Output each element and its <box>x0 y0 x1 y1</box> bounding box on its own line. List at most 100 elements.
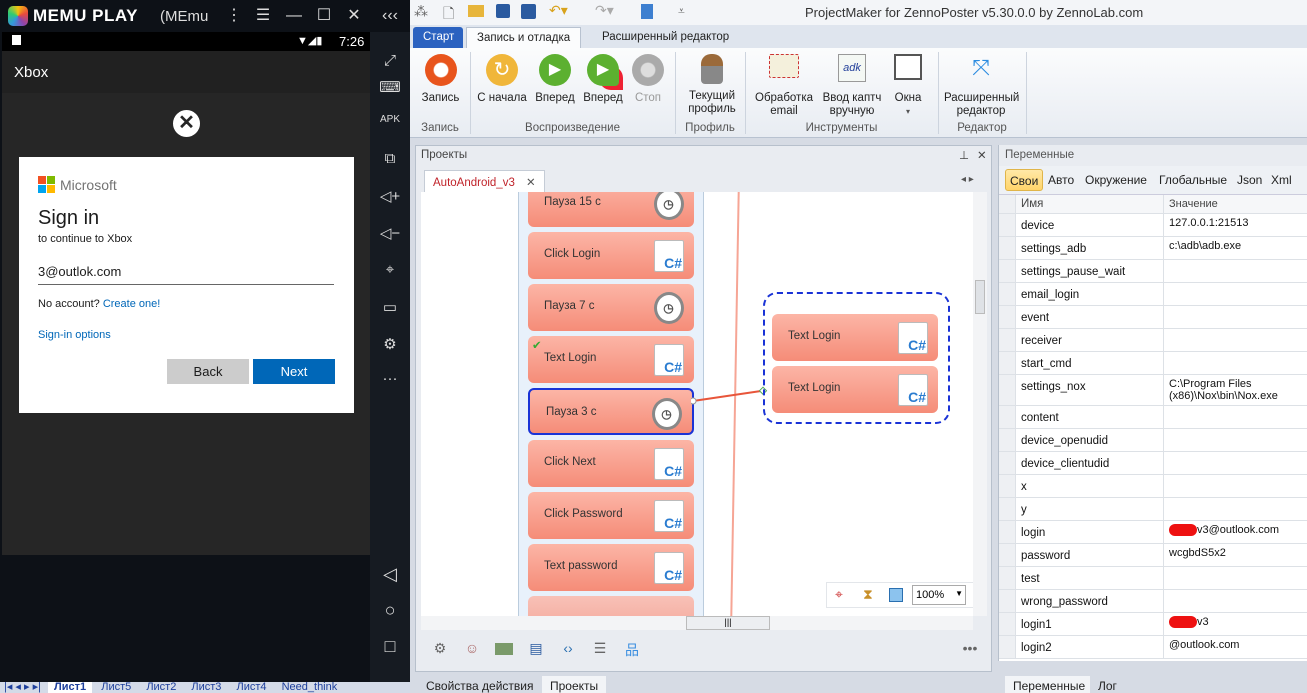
email-field[interactable]: 3@outlok.com <box>38 261 334 285</box>
variable-value[interactable] <box>1164 590 1307 612</box>
tab-xml[interactable]: Xml <box>1267 169 1296 191</box>
more-icon[interactable]: ··· <box>370 370 410 387</box>
settings-icon[interactable]: ⚙ <box>431 640 449 658</box>
variable-value[interactable] <box>1164 406 1307 428</box>
variable-value[interactable] <box>1164 498 1307 520</box>
variable-value[interactable] <box>1164 306 1307 328</box>
maximize-icon[interactable]: ☐ <box>309 4 339 28</box>
tab-record-debug[interactable]: Запись и отладка <box>466 27 582 48</box>
board-icon[interactable] <box>495 643 513 655</box>
variable-value[interactable]: v3 <box>1164 613 1307 635</box>
keyboard-icon[interactable]: ⌨ <box>370 78 410 96</box>
tab-environment[interactable]: Окружение <box>1081 169 1151 191</box>
table-row[interactable]: settings_pause_wait <box>999 260 1307 283</box>
tab-projects[interactable]: Проекты <box>542 676 607 693</box>
email-processing-button[interactable]: Обработка email <box>752 54 816 118</box>
variable-value[interactable] <box>1164 283 1307 305</box>
horizontal-scrollbar[interactable]: ||| <box>421 616 973 630</box>
table-row[interactable]: test <box>999 567 1307 590</box>
database-icon[interactable]: ▤ <box>527 640 545 658</box>
zoom-select[interactable]: 100% ▼ <box>912 585 966 605</box>
table-row[interactable]: settings_nox C:\Program Files (x86)\Nox\b… <box>999 375 1307 406</box>
variable-value[interactable]: @outlook.com <box>1164 636 1307 658</box>
table-row[interactable]: event <box>999 306 1307 329</box>
variable-value[interactable]: v3@outlook.com <box>1164 521 1307 543</box>
table-row[interactable]: login2 @outlook.com <box>999 636 1307 659</box>
sheet-tab[interactable]: Лист2 <box>140 682 182 693</box>
variable-value[interactable] <box>1164 260 1307 282</box>
target-icon[interactable]: ⌖ <box>835 586 843 603</box>
variable-value[interactable] <box>1164 567 1307 589</box>
close-tab-icon[interactable]: ✕ <box>526 177 536 189</box>
save-as-icon[interactable] <box>521 4 536 19</box>
tab-json[interactable]: Json <box>1233 169 1266 191</box>
recents-nav-icon[interactable]: □ <box>370 636 410 657</box>
variable-value[interactable]: 127.0.0.1:21513 <box>1164 214 1307 236</box>
table-row[interactable]: x <box>999 475 1307 498</box>
home-nav-icon[interactable]: ○ <box>370 600 410 621</box>
close-icon[interactable]: ✕ <box>339 4 369 28</box>
table-row[interactable]: content <box>999 406 1307 429</box>
multi-window-icon[interactable]: ⧉ <box>370 150 410 167</box>
variable-value[interactable]: C:\Program Files (x86)\Nox\bin\Nox.exe <box>1164 375 1307 405</box>
variable-value[interactable] <box>1164 429 1307 451</box>
create-account-link[interactable]: Create one! <box>103 298 160 310</box>
minimap-icon[interactable] <box>889 588 903 602</box>
new-file-icon[interactable]: 🗋 <box>443 3 454 27</box>
tab-log[interactable]: Лог <box>1090 676 1125 693</box>
folder-icon[interactable]: ▭ <box>370 298 410 316</box>
profile-icon[interactable]: ☺ <box>463 640 481 658</box>
action-block[interactable]: Text Login C# <box>772 366 938 413</box>
variable-value[interactable] <box>1164 329 1307 351</box>
action-block[interactable]: Text Login C# <box>772 314 938 361</box>
table-row[interactable]: login1 v3 <box>999 613 1307 636</box>
fullscreen-icon[interactable]: ⤢ <box>370 52 410 69</box>
table-row[interactable]: device 127.0.0.1:21513 <box>999 214 1307 237</box>
sheet-tab[interactable]: Need_think <box>276 682 344 693</box>
apk-icon[interactable]: APK <box>370 114 410 125</box>
book-icon[interactable] <box>641 4 653 19</box>
variable-value[interactable] <box>1164 452 1307 474</box>
table-row[interactable]: receiver <box>999 329 1307 352</box>
action-block[interactable]: Click Login C# <box>528 232 694 279</box>
action-block[interactable]: Пауза 15 с ◷ <box>528 192 694 227</box>
more-icon[interactable]: ••• <box>961 640 979 658</box>
back-button[interactable]: Back <box>167 359 249 384</box>
captcha-input-button[interactable]: adk Ввод каптч вручную <box>820 54 884 118</box>
customize-toolbar-icon[interactable]: ⩡ <box>678 4 685 19</box>
record-button[interactable]: Запись <box>418 54 463 105</box>
tab-start[interactable]: Старт <box>413 27 463 48</box>
next-button[interactable]: Next <box>253 359 335 384</box>
tab-action-properties[interactable]: Свойства действия <box>418 676 542 693</box>
tab-advanced-editor[interactable]: Расширенный редактор <box>592 27 739 48</box>
hourglass-icon[interactable]: ⧗ <box>863 586 873 603</box>
project-canvas[interactable]: Пауза 15 с ◷ Click Login C# Пауза 7 с ◷ ✔ Text … <box>421 192 973 616</box>
variable-value[interactable]: c:\adb\adb.exe <box>1164 237 1307 259</box>
table-row[interactable]: device_openudid <box>999 429 1307 452</box>
undo-icon[interactable]: ↶▾ <box>549 2 568 19</box>
variable-value[interactable] <box>1164 352 1307 374</box>
signin-options-link[interactable]: Sign-in options <box>38 329 111 341</box>
table-row[interactable]: login v3@outlook.com <box>999 521 1307 544</box>
table-row[interactable]: settings_adb c:\adb\adb.exe <box>999 237 1307 260</box>
tab-global[interactable]: Глобальные <box>1155 169 1231 191</box>
settings-icon[interactable]: ⚙ <box>370 335 410 353</box>
current-profile-button[interactable]: Текущий профиль <box>682 54 742 116</box>
sheet-tab[interactable]: Лист3 <box>185 682 227 693</box>
forward-button[interactable]: ▶ Вперед <box>533 54 577 105</box>
action-block[interactable]: ✔ Text Login C# <box>528 336 694 383</box>
variable-value[interactable] <box>1164 475 1307 497</box>
tab-own[interactable]: Свои <box>1005 169 1044 191</box>
tab-auto[interactable]: Авто <box>1044 169 1078 191</box>
volume-up-icon[interactable]: ◁+ <box>370 187 410 205</box>
hamburger-menu-icon[interactable]: ☰ <box>248 4 278 28</box>
tab-variables[interactable]: Переменные <box>1005 676 1094 693</box>
code-file-icon[interactable]: ‹› <box>559 640 577 658</box>
stop-button[interactable]: Стоп <box>630 54 666 105</box>
action-block[interactable]: Click Password C# <box>528 492 694 539</box>
location-icon[interactable]: ⌖ <box>370 261 410 278</box>
windows-button[interactable]: Окна ▾ <box>888 54 928 118</box>
sheet-tab[interactable]: Лист1 <box>48 682 93 693</box>
sheet-tab[interactable]: Лист4 <box>231 682 273 693</box>
forward-breakpoint-button[interactable]: ▶ Вперед <box>581 54 625 105</box>
